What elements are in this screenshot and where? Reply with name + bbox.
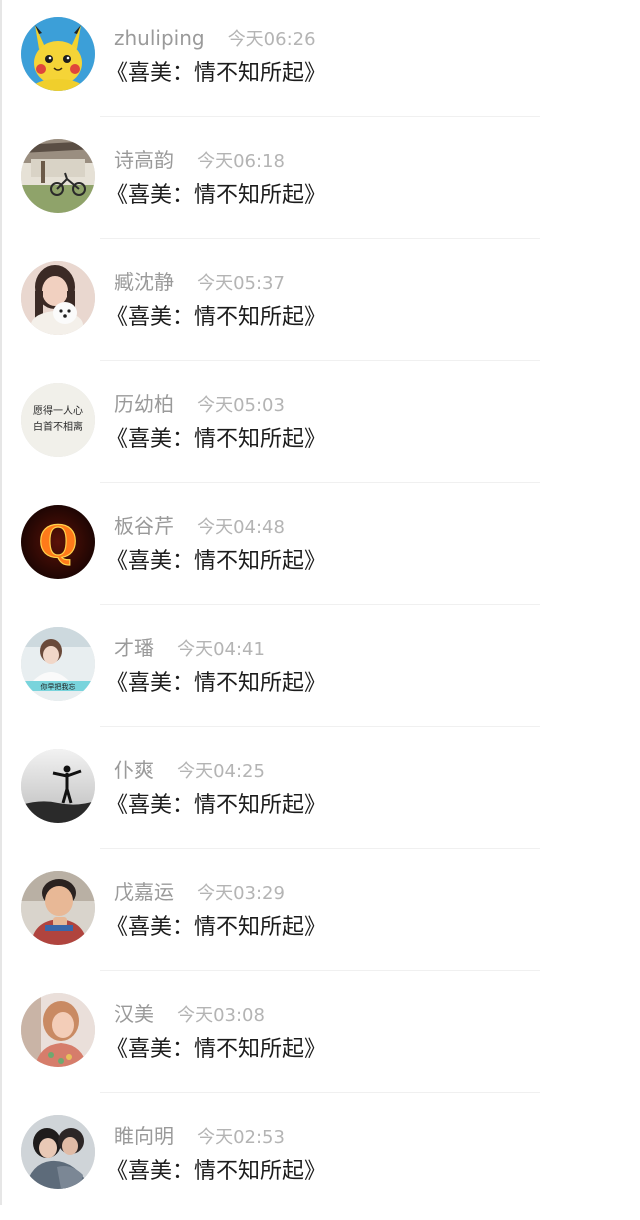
username[interactable]: zhuliping	[114, 26, 205, 50]
comment-item[interactable]: Q 板谷芹 今天04:48 《喜美：情不知所起》	[0, 488, 640, 610]
avatar[interactable]	[21, 1115, 95, 1189]
comment-item[interactable]: 戊嘉运 今天03:29 《喜美：情不知所起》	[0, 854, 640, 976]
girl-with-caption-avatar-icon: 你早把我忘	[21, 627, 95, 701]
comment-time: 今天05:37	[197, 273, 285, 294]
username[interactable]: 板谷芹	[114, 514, 174, 538]
couple-avatar-icon	[21, 1115, 95, 1189]
avatar-text-line-1: 愿得一人心	[33, 405, 83, 417]
girl-with-dog-avatar-icon	[21, 261, 95, 335]
comment-content[interactable]: 《喜美：情不知所起》	[106, 1156, 326, 1188]
comment-time: 今天06:26	[227, 29, 316, 50]
comment-list[interactable]: zhuliping 今天06:26 《喜美：情不知所起》 诗高韵 今天06:18	[0, 0, 640, 1220]
comment-content[interactable]: 《喜美：情不知所起》	[106, 1034, 326, 1066]
username[interactable]: 诗高韵	[114, 148, 174, 172]
fire-letter-q-avatar-icon: Q	[21, 505, 95, 579]
avatar[interactable]: 愿得一人心 白首不相离	[21, 383, 95, 457]
comment-content[interactable]: 《喜美：情不知所起》	[106, 58, 326, 90]
comment-time: 今天04:41	[177, 639, 265, 660]
comment-time: 今天03:29	[197, 883, 285, 904]
username[interactable]: 臧沈静	[114, 270, 174, 294]
username[interactable]: 戊嘉运	[114, 880, 174, 904]
comment-item[interactable]: 睢向明 今天02:53 《喜美：情不知所起》	[0, 1098, 640, 1220]
comment-item[interactable]: zhuliping 今天06:26 《喜美：情不知所起》	[0, 0, 640, 122]
comment-time: 今天04:25	[177, 761, 265, 782]
comment-item[interactable]: 诗高韵 今天06:18 《喜美：情不知所起》	[0, 122, 640, 244]
username[interactable]: 历幼柏	[114, 392, 174, 416]
comment-item[interactable]: 愿得一人心 白首不相离 历幼柏 今天05:03 《喜美：情不知所起》	[0, 366, 640, 488]
avatar[interactable]	[21, 261, 95, 335]
bicycle-photo-avatar-icon	[21, 139, 95, 213]
divider	[100, 604, 540, 605]
comment-content[interactable]: 《喜美：情不知所起》	[106, 424, 326, 456]
divider	[100, 848, 540, 849]
avatar[interactable]: 你早把我忘	[21, 627, 95, 701]
divider	[100, 238, 540, 239]
comment-item[interactable]: 仆爽 今天04:25 《喜美：情不知所起》	[0, 732, 640, 854]
avatar[interactable]: Q	[21, 505, 95, 579]
avatar[interactable]	[21, 749, 95, 823]
child-avatar-icon	[21, 871, 95, 945]
divider	[100, 116, 540, 117]
divider	[100, 482, 540, 483]
comment-content[interactable]: 《喜美：情不知所起》	[106, 180, 326, 212]
comment-time: 今天02:53	[197, 1127, 285, 1148]
silhouette-avatar-icon	[21, 749, 95, 823]
avatar[interactable]	[21, 993, 95, 1067]
woman-portrait-avatar-icon	[21, 993, 95, 1067]
avatar-text-line-2: 白首不相离	[33, 420, 83, 433]
handwritten-text-avatar-icon: 愿得一人心 白首不相离	[21, 383, 95, 457]
comment-time: 今天06:18	[197, 151, 285, 172]
comment-content[interactable]: 《喜美：情不知所起》	[106, 546, 326, 578]
comment-content[interactable]: 《喜美：情不知所起》	[106, 790, 326, 822]
avatar-letter-q: Q	[39, 517, 77, 568]
comment-item[interactable]: 汉美 今天03:08 《喜美：情不知所起》	[0, 976, 640, 1098]
comment-time: 今天03:08	[177, 1005, 265, 1026]
avatar-caption-text: 你早把我忘	[41, 682, 76, 691]
comment-item[interactable]: 你早把我忘 才璠 今天04:41 《喜美：情不知所起》	[0, 610, 640, 732]
avatar[interactable]	[21, 17, 95, 91]
username[interactable]: 汉美	[114, 1002, 154, 1026]
comment-content[interactable]: 《喜美：情不知所起》	[106, 668, 326, 700]
divider	[100, 970, 540, 971]
comment-content[interactable]: 《喜美：情不知所起》	[106, 302, 326, 334]
comment-item[interactable]: 臧沈静 今天05:37 《喜美：情不知所起》	[0, 244, 640, 366]
comment-time: 今天05:03	[197, 395, 285, 416]
comment-content[interactable]: 《喜美：情不知所起》	[106, 912, 326, 944]
avatar[interactable]	[21, 871, 95, 945]
divider	[100, 726, 540, 727]
avatar[interactable]	[21, 139, 95, 213]
username[interactable]: 才璠	[114, 636, 154, 660]
username[interactable]: 仆爽	[114, 758, 154, 782]
comment-time: 今天04:48	[197, 517, 285, 538]
divider	[100, 1092, 540, 1093]
divider	[100, 360, 540, 361]
username[interactable]: 睢向明	[114, 1124, 174, 1148]
pikachu-avatar-icon	[21, 17, 95, 91]
